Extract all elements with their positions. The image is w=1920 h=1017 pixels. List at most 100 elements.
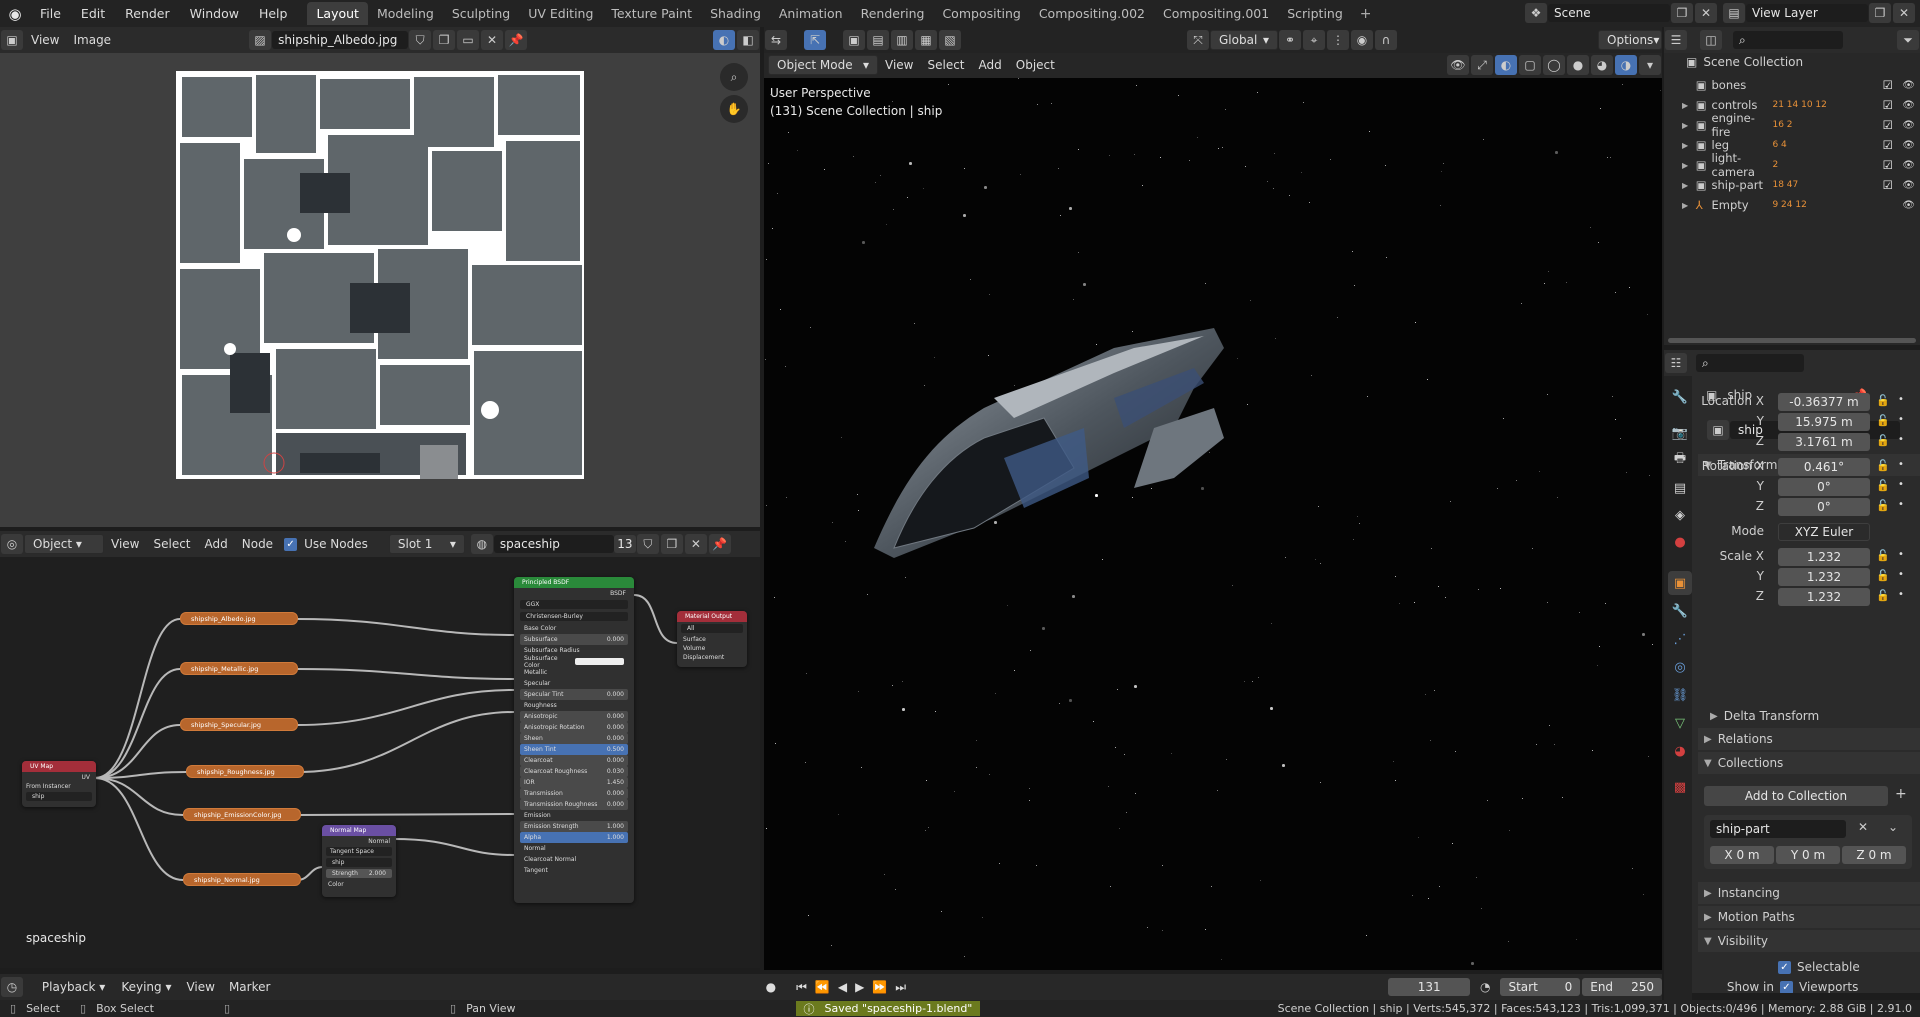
expand-arrow-icon[interactable]: ▶ xyxy=(1682,181,1696,190)
bsdf-input-row[interactable]: Normal xyxy=(520,843,628,854)
outliner-type-icon[interactable]: ☰ xyxy=(1665,30,1687,50)
xray-icon[interactable]: ▢ xyxy=(1519,55,1541,75)
bsdf-input-row[interactable]: Tangent xyxy=(520,865,628,876)
end-frame-field[interactable]: End 250 xyxy=(1582,978,1662,996)
scene-close-icon[interactable]: ✕ xyxy=(1695,3,1717,23)
material-fake-user-icon[interactable]: ⛉ xyxy=(636,534,659,554)
hide-eye-icon[interactable]: 👁 xyxy=(1902,140,1918,151)
hide-eye-icon[interactable]: 👁 xyxy=(1902,160,1918,171)
constraints-tab-icon[interactable]: ⛓ xyxy=(1668,683,1692,707)
select-invert-icon[interactable]: ▦ xyxy=(915,30,937,50)
tangent-space-dropdown[interactable]: Tangent Space xyxy=(326,847,392,856)
view-layer-close-icon[interactable]: ✕ xyxy=(1893,3,1915,23)
viewport-menu-add[interactable]: Add xyxy=(972,58,1009,72)
expand-arrow-icon[interactable]: ▶ xyxy=(1682,121,1696,130)
current-frame-field[interactable]: 131 xyxy=(1388,978,1470,996)
viewport-canvas[interactable]: User Perspective (131) Scene Collection … xyxy=(764,78,1662,970)
exclude-checkbox[interactable]: ☑ xyxy=(1883,78,1903,92)
texture-node-roughness[interactable]: shipship_Roughness.jpg xyxy=(186,765,304,778)
texture-node-albedo[interactable]: shipship_Albedo.jpg xyxy=(180,612,298,625)
solid-shading-icon[interactable]: ● xyxy=(1567,55,1589,75)
bsdf-output-socket[interactable]: BSDF xyxy=(514,588,634,597)
hide-eye-icon[interactable]: 👁 xyxy=(1902,180,1918,191)
rotation-y-field[interactable]: 0° xyxy=(1778,478,1870,496)
tab-scripting[interactable]: Scripting xyxy=(1278,2,1352,25)
add-collection-plus-icon[interactable]: + xyxy=(1895,786,1907,802)
lock-icon[interactable]: 🔓 xyxy=(1876,549,1890,562)
mode-dropdown[interactable]: Object Mode ▾ xyxy=(768,55,878,75)
pivot-icon[interactable]: ⚭ xyxy=(1279,30,1301,50)
volume-socket[interactable]: Volume xyxy=(677,644,747,653)
start-frame-field[interactable]: Start 0 xyxy=(1500,978,1581,996)
node-menu-add[interactable]: Add xyxy=(198,537,235,551)
bsdf-input-row[interactable]: Anisotropic 0.000 xyxy=(520,711,628,722)
scene-copy-icon[interactable]: ❐ xyxy=(1671,3,1693,23)
bsdf-input-row[interactable]: Alpha 1.000 xyxy=(520,832,628,843)
bsdf-input-row[interactable]: Specular xyxy=(520,678,628,689)
menu-render[interactable]: Render xyxy=(115,6,180,21)
view-layer-field[interactable]: View Layer xyxy=(1746,4,1868,22)
displacement-socket[interactable]: Displacement xyxy=(677,653,747,662)
zoom-icon[interactable]: ⌕ xyxy=(720,63,748,91)
bsdf-input-row[interactable]: Sheen Tint 0.500 xyxy=(520,744,628,755)
hide-eye-icon[interactable]: 👁 xyxy=(1902,80,1918,91)
tab-animation[interactable]: Animation xyxy=(770,2,852,25)
material-output-node[interactable]: Material Output All Surface Volume Displ… xyxy=(677,611,747,667)
modifier-tab-icon[interactable]: 🔧 xyxy=(1668,599,1692,623)
material-copy-icon[interactable]: ❐ xyxy=(660,534,683,554)
pan-hand-icon[interactable]: ✋ xyxy=(720,95,748,123)
tab-compositing[interactable]: Compositing xyxy=(933,2,1029,25)
image-browse-icon[interactable]: ▨ xyxy=(249,30,272,50)
outliner-row[interactable]: ▶ ▣ light-camera 2 ☑ 👁 xyxy=(1682,151,1918,179)
keyframe-dot-icon[interactable]: • xyxy=(1898,499,1904,510)
bsdf-input-row[interactable]: Emission Strength 1.000 xyxy=(520,821,628,832)
playback-menu[interactable]: Playback ▾ xyxy=(34,978,113,996)
rotation-x-field[interactable]: 0.461° xyxy=(1778,458,1870,476)
distribution-dropdown[interactable]: GGX xyxy=(520,600,628,609)
texture-node-emission[interactable]: shipship_EmissionColor.jpg xyxy=(183,808,301,821)
bsdf-input-row[interactable]: Subsurface 0.000 xyxy=(520,634,628,645)
tab-modeling[interactable]: Modeling xyxy=(368,2,443,25)
collection-menu-icon[interactable]: ⌄ xyxy=(1888,820,1898,834)
keyframe-dot-icon[interactable]: • xyxy=(1898,589,1904,600)
rotation-mode-dropdown[interactable]: XYZ Euler xyxy=(1778,523,1870,541)
material-pin-icon[interactable]: 📌 xyxy=(708,534,731,554)
surface-socket[interactable]: Surface xyxy=(677,635,747,644)
pin-icon[interactable]: 📌 xyxy=(505,30,528,50)
uv-map-node[interactable]: UV Map UV From Instancer ship xyxy=(22,761,96,807)
material-user-count[interactable]: 13 xyxy=(613,535,636,553)
strength-field[interactable]: Strength 2.000 xyxy=(326,869,392,878)
expand-arrow-icon[interactable]: ▶ xyxy=(1682,101,1696,110)
tool-settings-icon[interactable]: ⇆ xyxy=(765,30,787,50)
tool-tab-icon[interactable]: 🔧 xyxy=(1668,385,1692,409)
scale-y-field[interactable]: 1.232 xyxy=(1778,568,1870,586)
image-menu-image[interactable]: Image xyxy=(66,33,118,47)
relations-panel-header[interactable]: ▶ Relations xyxy=(1698,728,1920,750)
new-image-icon[interactable]: ❐ xyxy=(433,30,456,50)
material-unlink-icon[interactable]: ✕ xyxy=(684,534,707,554)
subsurface-color-swatch[interactable] xyxy=(574,658,624,665)
bsdf-input-row[interactable]: Base Color xyxy=(520,623,628,634)
bsdf-input-row[interactable]: Subsurface Color xyxy=(520,655,628,669)
lock-icon[interactable]: 🔓 xyxy=(1876,479,1890,492)
viewports-checkbox[interactable]: ✓ xyxy=(1780,980,1793,993)
orientation-dropdown[interactable]: Global ▾ xyxy=(1210,30,1278,50)
delta-transform-row[interactable]: ▶ Delta Transform xyxy=(1710,709,1819,723)
falloff-icon[interactable]: ∩ xyxy=(1375,30,1397,50)
record-icon[interactable]: ● xyxy=(766,980,776,994)
jump-start-icon[interactable]: ⏮ xyxy=(796,980,807,995)
material-tab-icon[interactable]: ◕ xyxy=(1668,739,1692,763)
scene-collection-row[interactable]: ▣ Scene Collection xyxy=(1686,55,1803,69)
normal-color-socket[interactable]: Color xyxy=(322,880,396,889)
play-reverse-icon[interactable]: ◀ xyxy=(838,980,847,994)
timeline-type-icon[interactable]: ◷ xyxy=(1,977,23,997)
lock-icon[interactable]: 🔓 xyxy=(1876,394,1890,407)
rendered-shading-icon[interactable]: ◑ xyxy=(1615,55,1637,75)
scale-x-field[interactable]: 1.232 xyxy=(1778,548,1870,566)
lock-icon[interactable]: 🔓 xyxy=(1876,589,1890,602)
bsdf-input-row[interactable]: Sheen 0.000 xyxy=(520,733,628,744)
material-shading-icon[interactable]: ◕ xyxy=(1591,55,1613,75)
offset-x-field[interactable]: X 0 m xyxy=(1710,846,1774,864)
motion-paths-panel-header[interactable]: ▶ Motion Paths xyxy=(1698,906,1920,928)
material-name-field[interactable]: spaceship xyxy=(493,535,614,553)
